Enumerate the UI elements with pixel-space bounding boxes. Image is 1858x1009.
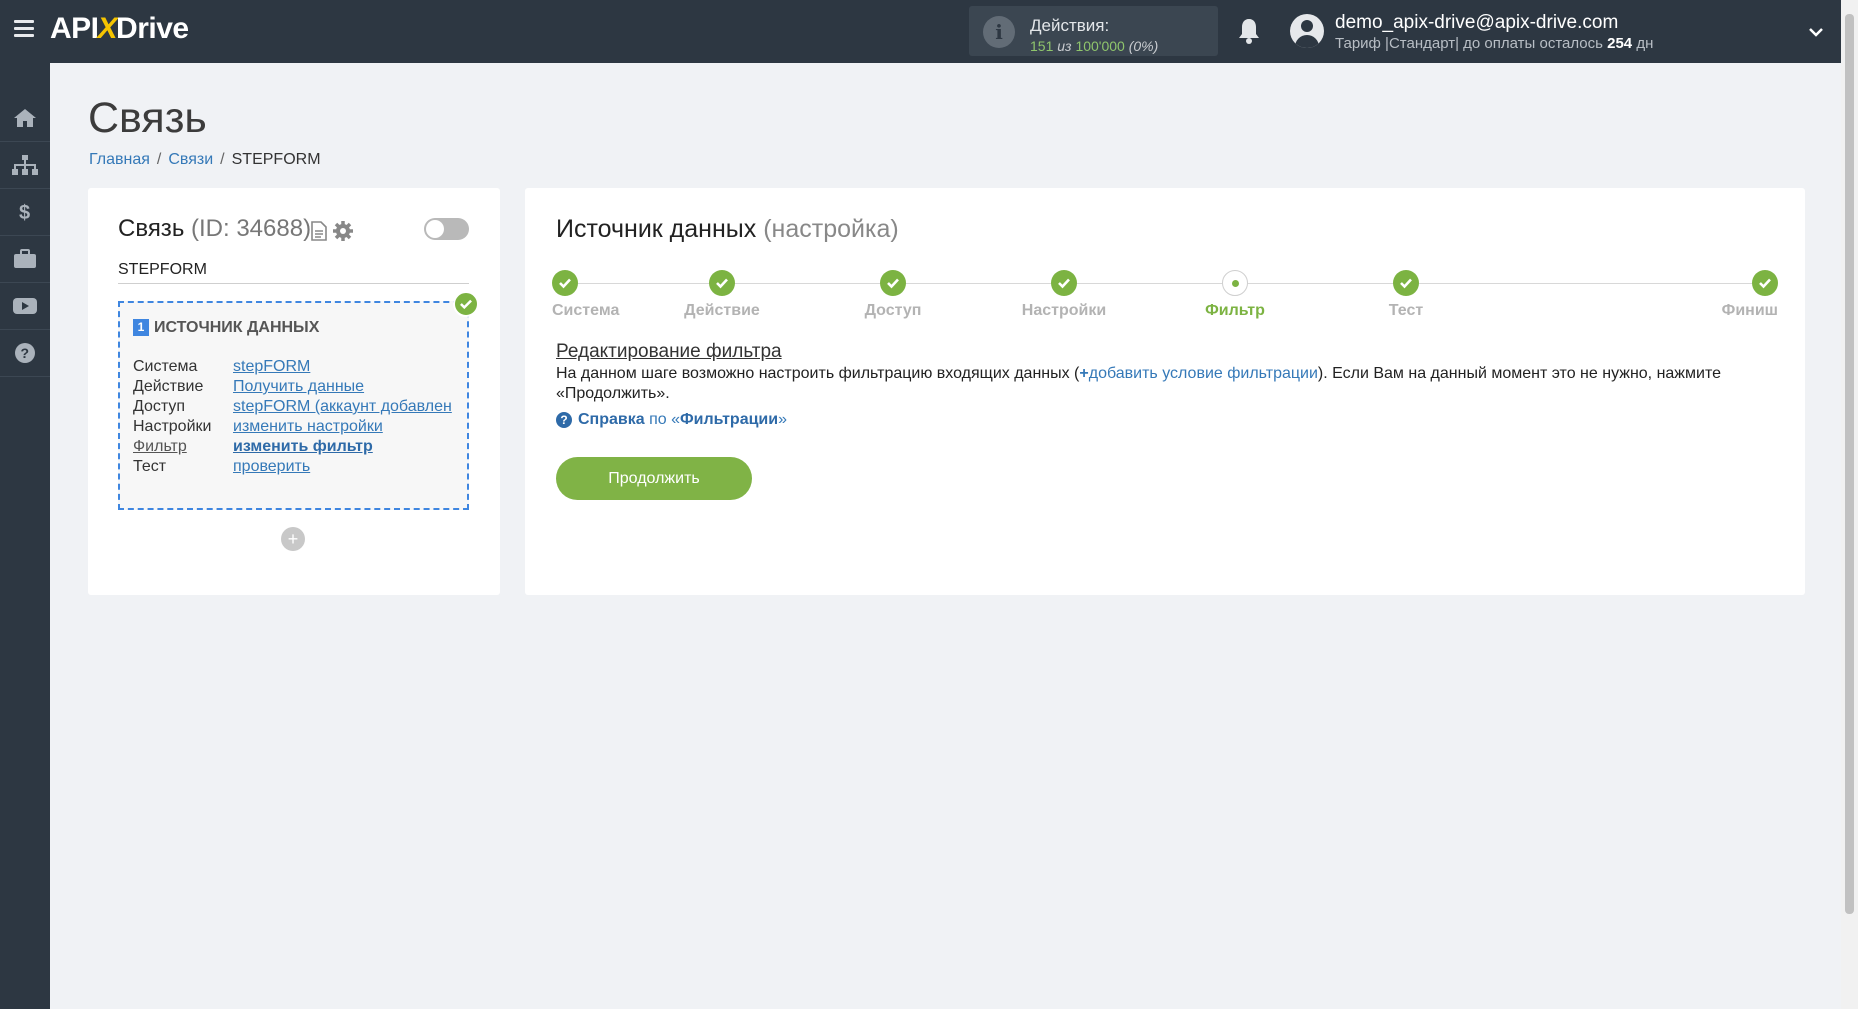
check-icon — [1752, 270, 1778, 296]
help-icon: ? — [15, 343, 35, 363]
filter-description: На данном шаге возможно настроить фильтр… — [556, 365, 1721, 402]
data-source-heading: 1 ИСТОЧНИК ДАННЫХ — [133, 319, 319, 337]
setup-title: Источник данных (настройка) — [556, 215, 899, 243]
step-4[interactable]: Настройки — [984, 270, 1144, 320]
check-icon — [880, 270, 906, 296]
source-row-action: Действие Получить данные — [133, 378, 365, 395]
gear-icon[interactable] — [332, 220, 354, 242]
sidebar-item-billing[interactable]: $ — [0, 189, 50, 236]
sidebar-item-help[interactable]: ? — [0, 330, 50, 377]
continue-button[interactable]: Продолжить — [556, 457, 752, 500]
breadcrumb-connections[interactable]: Связи — [168, 151, 213, 168]
current-step-icon — [1222, 270, 1248, 296]
svg-text:?: ? — [21, 345, 30, 361]
connection-name[interactable]: STEPFORM — [118, 261, 469, 284]
source-test-link[interactable]: проверить — [233, 458, 310, 475]
scrollbar-thumb[interactable] — [1845, 14, 1854, 914]
connection-toggle[interactable] — [424, 218, 469, 240]
chevron-down-icon[interactable] — [1808, 24, 1824, 40]
data-source-block[interactable]: 1 ИСТОЧНИК ДАННЫХ Система stepFORM Действи… — [118, 301, 469, 510]
user-plan: Тариф |Стандарт| до оплаты осталось 254 … — [1335, 35, 1654, 52]
add-filter-condition-link[interactable]: добавить условие фильтрации — [1089, 365, 1318, 382]
source-action-link[interactable]: Получить данные — [233, 378, 364, 395]
sitemap-icon — [12, 155, 38, 175]
info-icon: i — [983, 16, 1015, 48]
source-row-test: Тест проверить — [133, 458, 311, 475]
sidebar-item-video[interactable] — [0, 283, 50, 330]
actions-counter[interactable]: i Действия: 151 из 100'000 (0%) — [969, 6, 1218, 56]
connection-title: Связь (ID: 34688) — [118, 215, 312, 242]
step-6[interactable]: Тест — [1326, 270, 1486, 320]
step-3[interactable]: Доступ — [813, 270, 973, 320]
menu-icon[interactable] — [14, 20, 34, 38]
briefcase-icon — [14, 249, 36, 268]
breadcrumb-current: STEPFORM — [231, 151, 321, 168]
source-system-link[interactable]: stepFORM — [233, 358, 310, 375]
step-7[interactable]: Финиш — [1722, 270, 1778, 320]
source-row-filter: Фильтр изменить фильтр — [133, 438, 373, 455]
svg-text:$: $ — [19, 202, 30, 223]
sidebar-item-connections[interactable] — [0, 142, 50, 189]
step-label: Система — [552, 302, 620, 319]
step-label: Действие — [684, 302, 760, 319]
top-bar: APIXDrive i Действия: 151 из 100'000 (0%… — [0, 0, 1841, 63]
breadcrumb-home[interactable]: Главная — [89, 151, 150, 168]
source-access-link[interactable]: stepFORM (аккаунт добавлен — [233, 398, 452, 415]
check-icon — [709, 270, 735, 296]
actions-count: 151 из 100'000 (0%) — [1030, 38, 1159, 54]
document-icon[interactable] — [311, 221, 327, 241]
source-settings-link[interactable]: изменить настройки — [233, 418, 383, 435]
add-step-button[interactable]: + — [281, 527, 305, 551]
home-icon — [14, 109, 36, 127]
check-icon — [552, 270, 578, 296]
plus-icon: + — [1079, 365, 1089, 382]
step-1[interactable]: Система — [552, 270, 619, 320]
help-link[interactable]: ? Справка по «Фильтрации» — [556, 411, 787, 429]
check-icon — [1051, 270, 1077, 296]
source-row-system: Система stepFORM — [133, 358, 311, 375]
source-row-settings: Настройки изменить настройки — [133, 418, 383, 435]
check-icon — [453, 291, 479, 317]
dollar-icon: $ — [19, 202, 30, 223]
sidebar-item-services[interactable] — [0, 236, 50, 283]
setup-card: Источник данных (настройка) Система Дейст… — [525, 188, 1805, 595]
apix-drive-logo[interactable]: APIXDrive — [50, 12, 189, 46]
step-label: Фильтр — [1205, 302, 1265, 319]
video-icon — [13, 298, 37, 314]
breadcrumb: Главная / Связи / STEPFORM — [89, 151, 321, 168]
sidebar: $ ? — [0, 63, 50, 1009]
step-label: Доступ — [864, 302, 922, 319]
step-2[interactable]: Действие — [642, 270, 802, 320]
sidebar-item-home[interactable] — [0, 95, 50, 142]
filter-title: Редактирование фильтра — [556, 341, 782, 362]
question-icon: ? — [556, 412, 572, 428]
bell-icon[interactable] — [1237, 17, 1261, 45]
source-filter-link[interactable]: изменить фильтр — [233, 438, 373, 455]
actions-label: Действия: — [1030, 16, 1110, 35]
source-row-access: Доступ stepFORM (аккаунт добавлен — [133, 398, 452, 415]
connection-card: Связь (ID: 34688) STEPFORM 1 ИСТОЧНИК ДАН… — [88, 188, 500, 595]
step-label: Настройки — [1021, 302, 1107, 319]
page-title: Связь — [88, 94, 207, 142]
avatar[interactable] — [1290, 14, 1324, 48]
step-5[interactable]: Фильтр — [1155, 270, 1315, 320]
user-email[interactable]: demo_apix-drive@apix-drive.com — [1335, 12, 1618, 34]
step-label: Финиш — [1721, 302, 1778, 319]
check-icon — [1393, 270, 1419, 296]
step-label: Тест — [1388, 302, 1424, 319]
